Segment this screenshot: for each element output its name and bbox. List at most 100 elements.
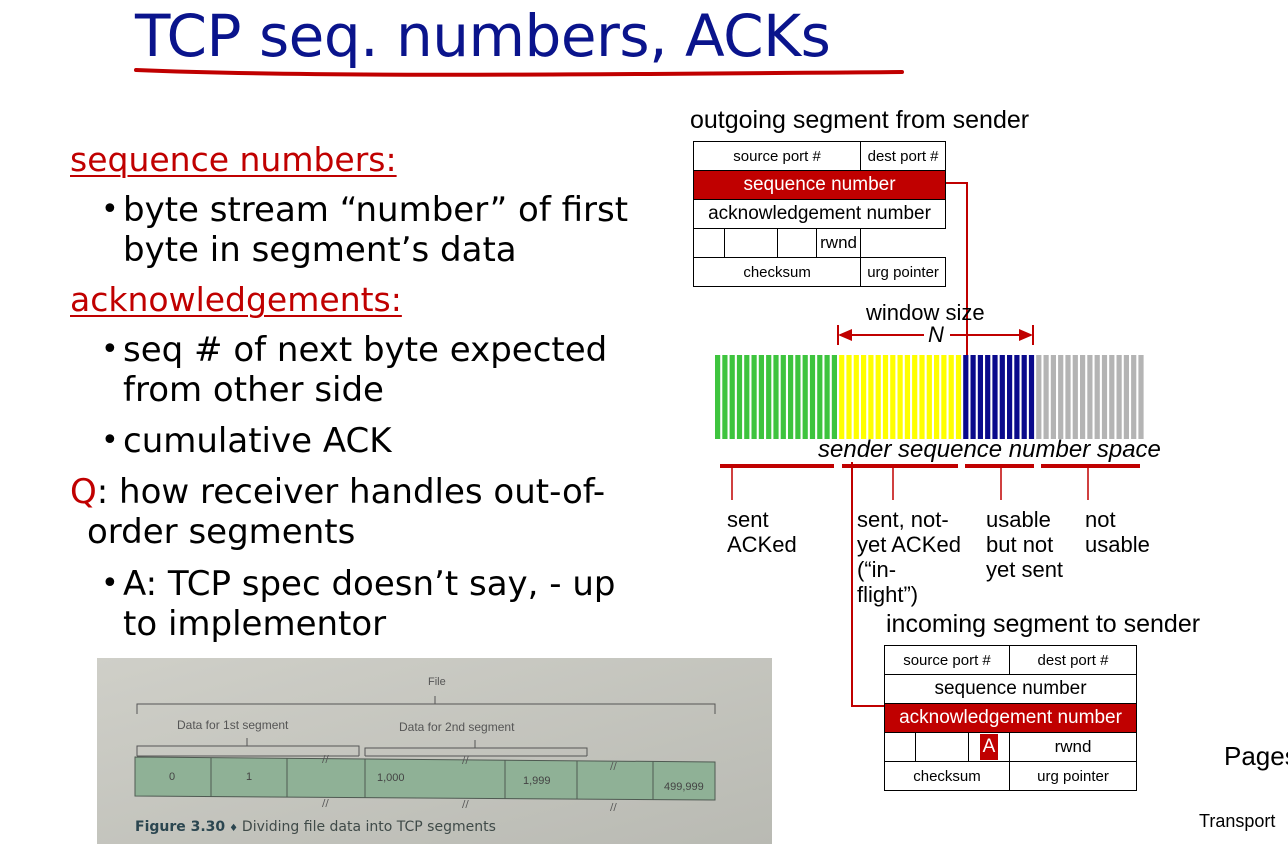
svg-text://: // (462, 755, 469, 766)
sequence-byte-bar (985, 355, 991, 439)
sequence-number-cell: sequence number (884, 674, 1137, 704)
sequence-byte-bar (948, 355, 954, 439)
category-not-usable: not usable (1085, 507, 1150, 557)
figure-cell-label: 1,000 (377, 772, 405, 784)
sequence-byte-bar (1138, 355, 1144, 439)
incoming-segment-heading: incoming segment to sender (886, 610, 1201, 638)
sequence-byte-bar (992, 355, 998, 439)
figure-caption-number: Figure 3.30 (135, 819, 226, 835)
sequence-byte-bar (729, 355, 735, 439)
footer-transport: Transport (1199, 811, 1276, 831)
sequence-byte-bar (868, 355, 874, 439)
sequence-byte-bar (773, 355, 779, 439)
sequence-byte-bar (1094, 355, 1100, 439)
sequence-byte-bar (1080, 355, 1086, 439)
sequence-byte-bar (1116, 355, 1122, 439)
sequence-byte-bar (1050, 355, 1056, 439)
sequence-space-label: sender sequence number space (818, 436, 1161, 463)
sequence-byte-bar (904, 355, 910, 439)
sequence-byte-bar (1043, 355, 1049, 439)
category-text: sent, not- (857, 507, 949, 532)
sequence-byte-bar (926, 355, 932, 439)
sequence-byte-bar (861, 355, 867, 439)
source-port-cell: source port # (884, 645, 1010, 675)
urg-pointer-cell: urg pointer (1009, 761, 1137, 791)
sequence-byte-bar (831, 355, 837, 439)
sequence-byte-bar (1021, 355, 1027, 439)
category-text: but not (986, 532, 1054, 557)
sequence-byte-bar (897, 355, 903, 439)
sequence-byte-bar (744, 355, 750, 439)
flag-cell (884, 732, 916, 762)
sequence-byte-bar (1109, 355, 1115, 439)
figure-cell-label: 0 (169, 771, 176, 783)
svg-text://: // (322, 754, 329, 765)
incoming-segment-table: source port # dest port # sequence numbe… (884, 645, 1137, 791)
category-text: ACKed (727, 532, 797, 557)
sequence-byte-bar (766, 355, 772, 439)
sequence-byte-bar (824, 355, 830, 439)
sequence-byte-bar (977, 355, 983, 439)
sequence-byte-bar (853, 355, 859, 439)
svg-text://: // (462, 799, 469, 810)
sequence-byte-bar (1007, 355, 1013, 439)
sequence-byte-bar (715, 355, 721, 439)
sequence-byte-bar (809, 355, 816, 439)
sequence-byte-bar (736, 355, 743, 439)
sequence-byte-bar (912, 355, 918, 439)
svg-text://: // (610, 761, 617, 772)
sequence-byte-bar (1028, 355, 1035, 439)
category-text: yet ACKed (857, 532, 961, 557)
sequence-byte-bar (780, 355, 786, 439)
sequence-byte-bar (846, 355, 852, 439)
figure-caption-text: Dividing file data into TCP segments (241, 819, 496, 835)
checksum-cell: checksum (884, 761, 1010, 791)
figure-seg2-label: Data for 2nd segment (399, 720, 515, 734)
sequence-byte-bar (970, 355, 976, 439)
sequence-byte-bar (758, 355, 764, 439)
category-text: (“in- (857, 557, 897, 582)
sequence-byte-bar (817, 355, 823, 439)
ack-number-cell: acknowledgement number (884, 703, 1137, 733)
sequence-byte-bar (1058, 355, 1064, 439)
sequence-byte-bar (882, 355, 889, 439)
figure-caption-bullet: ♦ (229, 823, 239, 834)
sequence-byte-bar (934, 355, 940, 439)
sequence-byte-bar (963, 355, 969, 439)
window-size-label: window size (866, 300, 985, 325)
textbook-figure-photo: // // // // // // File Data for 1st segm… (97, 658, 772, 844)
figure-seg1-label: Data for 1st segment (177, 718, 289, 732)
sequence-byte-bar (839, 355, 845, 439)
sequence-byte-bar (1036, 355, 1042, 439)
sequence-byte-bar (999, 355, 1005, 439)
window-size-n: N (928, 322, 944, 347)
sequence-byte-bar (788, 355, 794, 439)
figure-file-label: File (428, 676, 446, 688)
sequence-byte-bar (919, 355, 925, 439)
svg-text://: // (322, 798, 329, 809)
sequence-number-space (715, 355, 1144, 439)
sequence-byte-bar (751, 355, 757, 439)
category-text: flight”) (857, 582, 919, 607)
sequence-byte-bar (941, 355, 947, 439)
sequence-byte-bar (1014, 355, 1020, 439)
category-text: usable (986, 507, 1051, 532)
category-usable: usable but not yet sent (986, 507, 1063, 582)
sequence-byte-bar (802, 355, 808, 439)
sequence-byte-bar (1065, 355, 1071, 439)
category-text: sent (727, 507, 769, 532)
figure-caption: Figure 3.30 ♦ Dividing file data into TC… (135, 818, 496, 835)
rwnd-cell: rwnd (1009, 732, 1137, 762)
sequence-byte-bar (1123, 355, 1129, 439)
category-sent-acked: sent ACKed (727, 507, 797, 557)
category-text: not (1085, 507, 1116, 532)
flag-cell (915, 732, 969, 762)
figure-cell-label: 1,999 (523, 775, 551, 787)
svg-text://: // (610, 802, 617, 813)
a-flag-cell: A (968, 732, 1010, 762)
footer-pages: Pages (1224, 741, 1288, 771)
sequence-byte-bar (1072, 355, 1078, 439)
sequence-byte-bar (1101, 355, 1108, 439)
figure-cell-label: 1 (246, 771, 253, 783)
sequence-byte-bar (955, 355, 962, 439)
